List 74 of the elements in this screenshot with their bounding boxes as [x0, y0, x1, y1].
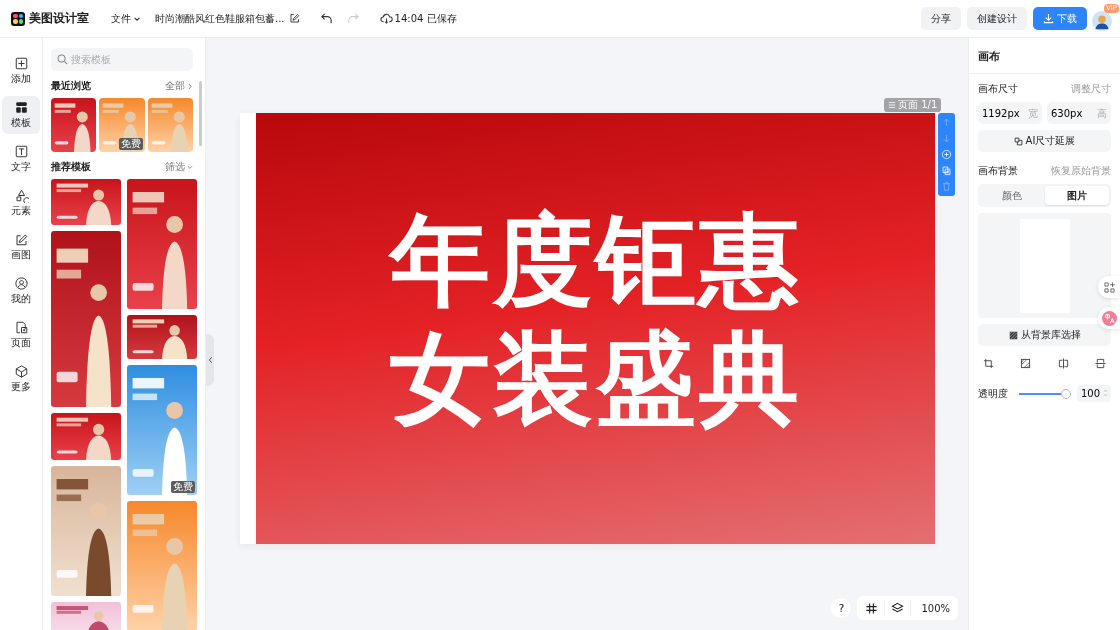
- sidebar-item[interactable]: 文字: [2, 140, 40, 178]
- field-label: 画布背景: [978, 164, 1018, 178]
- zoom-level[interactable]: 100%: [917, 602, 950, 614]
- header-button[interactable]: 分享: [921, 7, 961, 30]
- field-label: 画布尺寸: [978, 82, 1018, 96]
- free-badge: 免费: [171, 481, 195, 493]
- save-status: 14:04 已保存: [394, 11, 457, 26]
- tab[interactable]: 颜色: [980, 186, 1045, 205]
- search-icon: [57, 54, 68, 65]
- resize-icon: [1013, 136, 1023, 146]
- scrollbar[interactable]: [199, 81, 202, 146]
- avatar-icon[interactable]: [1092, 10, 1112, 31]
- section-title: 推荐模板: [51, 160, 91, 174]
- document-title[interactable]: 时尚潮酷风红色鞋服箱包蓄...: [155, 11, 285, 26]
- layers-icon[interactable]: [891, 601, 905, 615]
- filter-dropdown[interactable]: 筛选: [165, 160, 193, 174]
- flip-horizontal-icon[interactable]: [1057, 358, 1069, 369]
- headline-text[interactable]: 女装盛典: [389, 319, 802, 438]
- list-icon: [888, 101, 896, 109]
- apps-button[interactable]: [1098, 276, 1120, 298]
- checker-icon[interactable]: [1020, 358, 1032, 369]
- sidebar-item[interactable]: 模板: [2, 96, 40, 134]
- header-button[interactable]: 创建设计: [967, 7, 1027, 30]
- sidebar-item[interactable]: 我的: [2, 272, 40, 310]
- app-name: 美图设计室: [29, 10, 89, 27]
- sidebar-item[interactable]: 页面: [2, 316, 40, 354]
- cube-icon: [13, 364, 29, 379]
- flip-vertical-icon[interactable]: [1095, 358, 1106, 369]
- apps-icon: [1103, 281, 1115, 293]
- cloud-icon: [379, 12, 393, 25]
- file-menu[interactable]: 文件: [111, 11, 141, 26]
- shapes-icon: [13, 188, 29, 203]
- translate-button[interactable]: [1098, 307, 1120, 329]
- ai-extend-button[interactable]: AI尺寸延展: [978, 130, 1111, 152]
- help-button[interactable]: ?: [831, 598, 852, 618]
- grid-icon[interactable]: [865, 601, 879, 615]
- panel-title: 画布: [969, 38, 1120, 74]
- headline-text[interactable]: 年度钜惠: [389, 201, 802, 320]
- sidebar-item[interactable]: 画图: [2, 228, 40, 266]
- pattern-icon: [1008, 330, 1018, 340]
- opacity-field[interactable]: 100: [1077, 385, 1111, 402]
- download-icon: [1043, 13, 1054, 24]
- edit-icon[interactable]: [288, 13, 300, 24]
- undo-icon[interactable]: [319, 12, 333, 25]
- text-icon: [13, 144, 29, 159]
- collapse-handle[interactable]: [206, 334, 214, 386]
- sidebar-item[interactable]: 元素: [2, 184, 40, 222]
- pen-icon: [13, 232, 29, 247]
- field-label: 透明度: [978, 386, 1008, 401]
- tab[interactable]: 图片: [1044, 186, 1109, 205]
- unit-label: 高: [1097, 107, 1107, 121]
- section-title: 最近浏览: [51, 79, 91, 93]
- chevron-icon: [187, 82, 193, 90]
- caret-icon: [187, 163, 193, 171]
- library-button[interactable]: 从背景库选择: [978, 324, 1111, 346]
- template-icon: [13, 100, 29, 115]
- search-field[interactable]: 搜索模板: [51, 48, 193, 71]
- download-button[interactable]: 下载: [1033, 7, 1087, 30]
- plus-icon: [13, 56, 29, 71]
- sidebar-item[interactable]: 添加: [2, 52, 40, 90]
- stepper-icon: [1103, 389, 1108, 397]
- unit-label: 宽: [1028, 107, 1038, 121]
- design-canvas[interactable]: 年度钜惠 女装盛典: [240, 113, 935, 544]
- add-icon[interactable]: [941, 149, 952, 160]
- page-icon: [13, 320, 29, 335]
- duplicate-icon[interactable]: [941, 165, 952, 176]
- translate-icon: [1101, 310, 1117, 326]
- app-logo-icon[interactable]: [11, 11, 25, 26]
- view-all-link[interactable]: 全部: [165, 79, 193, 93]
- chevron-icon: [207, 356, 213, 364]
- sidebar-item[interactable]: 更多: [2, 360, 40, 398]
- crop-icon[interactable]: [983, 358, 994, 369]
- free-badge: 免费: [118, 138, 143, 150]
- user-icon: [13, 276, 29, 291]
